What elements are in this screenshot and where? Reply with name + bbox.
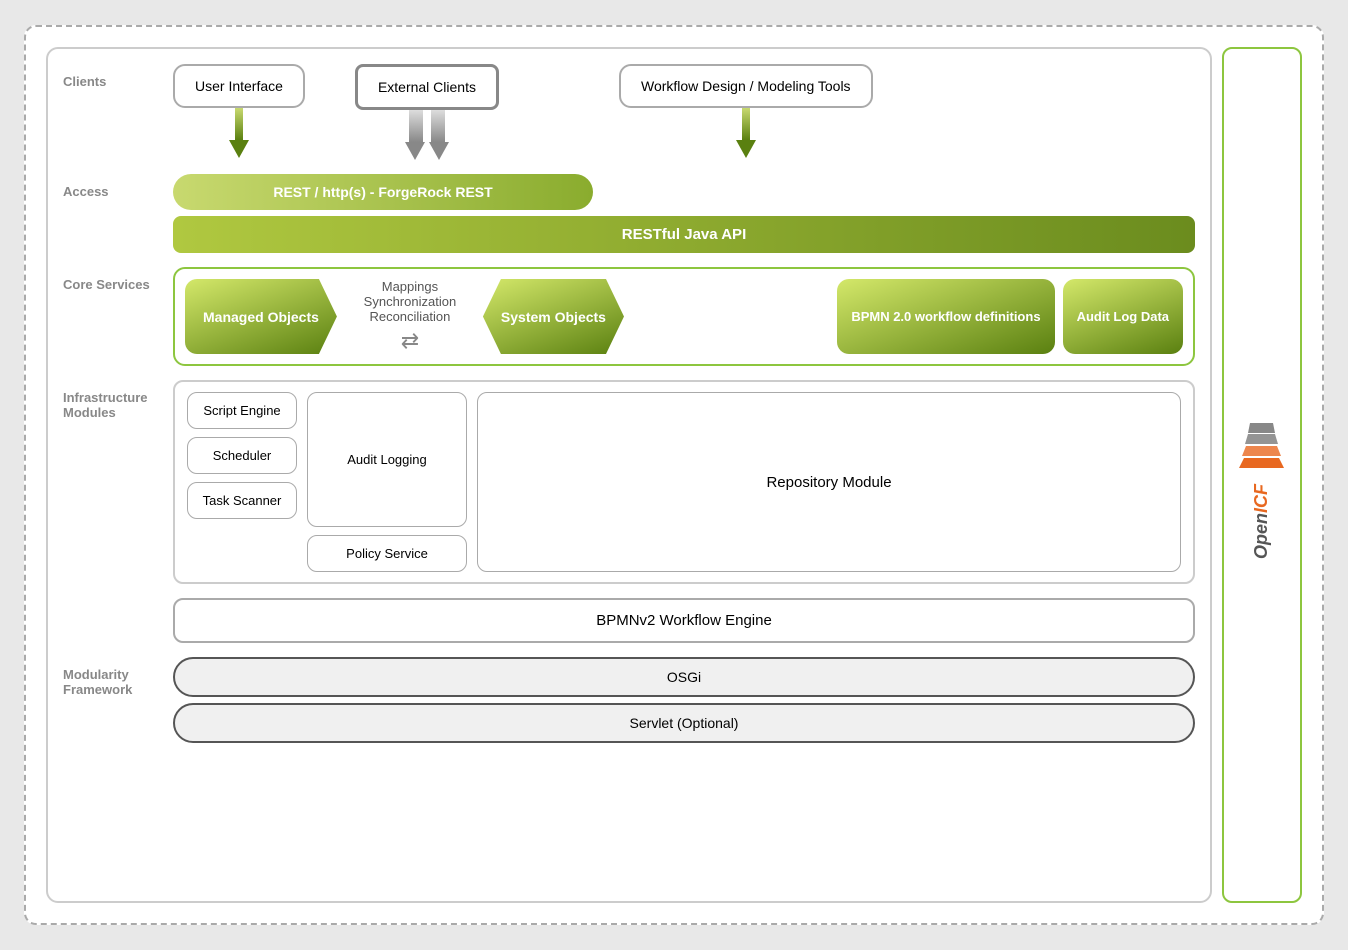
mappings-box: Mappings Synchronization Reconciliation …: [345, 279, 475, 354]
modularity-section: Modularity Framework OSGi Servlet (Optio…: [63, 657, 1195, 743]
rest-bar-label: REST / http(s) - ForgeRock REST: [273, 184, 492, 200]
workflow-tools-label: Workflow Design / Modeling Tools: [641, 78, 851, 94]
task-scanner-label: Task Scanner: [203, 493, 282, 508]
bpmnv2-bar: BPMNv2 Workflow Engine: [173, 598, 1195, 643]
arrow-wf-down: [734, 108, 758, 158]
clients-section: Clients User Interface: [63, 64, 1195, 160]
external-clients-label: External Clients: [378, 79, 476, 95]
openicf-logo: OpenICF: [1224, 418, 1299, 532]
access-label: Access: [63, 174, 173, 199]
access-body: REST / http(s) - ForgeRock REST RESTful …: [173, 174, 1195, 253]
core-services-body: Managed Objects Mappings Synchronization…: [173, 267, 1195, 366]
infra-left-col: Script Engine Scheduler Task Scanner: [187, 392, 297, 572]
osgi-label: OSGi: [667, 669, 701, 685]
openicf-sidebar: OpenICF: [1222, 47, 1302, 903]
system-objects-box: System Objects: [483, 279, 624, 354]
servlet-label: Servlet (Optional): [630, 715, 739, 731]
managed-objects-box: Managed Objects: [185, 279, 337, 354]
infrastructure-label: Infrastructure Modules: [63, 380, 173, 420]
core-services-section: Core Services Managed Objects Mappings S…: [63, 267, 1195, 366]
clients-label: Clients: [63, 64, 173, 89]
workflow-tools-box: Workflow Design / Modeling Tools: [619, 64, 873, 108]
bpmnv2-label-empty: [63, 598, 173, 608]
script-engine-box: Script Engine: [187, 392, 297, 429]
arrow-ui-down: [227, 108, 251, 158]
policy-service-label: Policy Service: [346, 546, 428, 561]
task-scanner-box: Task Scanner: [187, 482, 297, 519]
modularity-body: OSGi Servlet (Optional): [173, 657, 1195, 743]
policy-service-box: Policy Service: [307, 535, 467, 572]
clients-body: User Interface: [173, 64, 1195, 160]
osgi-bar: OSGi: [173, 657, 1195, 697]
audit-log-box: Audit Log Data: [1063, 279, 1183, 354]
modularity-label: Modularity Framework: [63, 657, 173, 697]
infrastructure-body: Script Engine Scheduler Task Scanner: [173, 380, 1195, 584]
bpmnv2-text: BPMNv2 Workflow Engine: [596, 612, 772, 629]
rest-bar: REST / http(s) - ForgeRock REST: [173, 174, 593, 210]
access-section: Access REST / http(s) - ForgeRock REST R…: [63, 174, 1195, 253]
mappings-line3: Reconciliation: [369, 309, 450, 324]
managed-objects-label: Managed Objects: [203, 309, 319, 325]
openicf-icon: [1234, 418, 1289, 473]
infra-mid-col: Audit Logging Policy Service: [307, 392, 467, 572]
scheduler-box: Scheduler: [187, 437, 297, 474]
user-interface-label: User Interface: [195, 78, 283, 94]
restful-bar-label: RESTful Java API: [622, 226, 746, 243]
audit-logging-box: Audit Logging: [307, 392, 467, 527]
audit-log-label: Audit Log Data: [1077, 309, 1169, 324]
scheduler-label: Scheduler: [213, 448, 272, 463]
core-green-border: Managed Objects Mappings Synchronization…: [173, 267, 1195, 366]
mappings-line1: Mappings: [382, 279, 438, 294]
mappings-line2: Synchronization: [364, 294, 457, 309]
infrastructure-section: Infrastructure Modules Script Engine Sch…: [63, 380, 1195, 584]
mappings-arrow: ⇄: [401, 328, 419, 354]
bpmnv2-section: BPMNv2 Workflow Engine: [63, 598, 1195, 643]
servlet-bar: Servlet (Optional): [173, 703, 1195, 743]
arrow-ext-down: [405, 110, 449, 160]
bpmn-label: BPMN 2.0 workflow definitions: [851, 309, 1040, 324]
restful-bar: RESTful Java API: [173, 216, 1195, 253]
system-objects-label: System Objects: [501, 309, 606, 325]
repository-module-label: Repository Module: [766, 474, 891, 491]
audit-logging-label: Audit Logging: [347, 452, 427, 467]
bpmnv2-body: BPMNv2 Workflow Engine: [173, 598, 1195, 643]
openicf-icf-text: ICF: [1251, 484, 1271, 513]
repository-module-box: Repository Module: [477, 392, 1181, 572]
openicf-text-container: OpenICF: [1251, 484, 1272, 559]
infra-outer-box: Script Engine Scheduler Task Scanner: [173, 380, 1195, 584]
main-diagram: Clients User Interface: [46, 47, 1212, 903]
openicf-open-text: Open: [1251, 513, 1271, 559]
core-services-label: Core Services: [63, 267, 173, 292]
bpmn-box: BPMN 2.0 workflow definitions: [837, 279, 1054, 354]
user-interface-box: User Interface: [173, 64, 305, 108]
outer-container: Clients User Interface: [24, 25, 1324, 925]
script-engine-label: Script Engine: [203, 403, 280, 418]
external-clients-box: External Clients: [355, 64, 499, 110]
